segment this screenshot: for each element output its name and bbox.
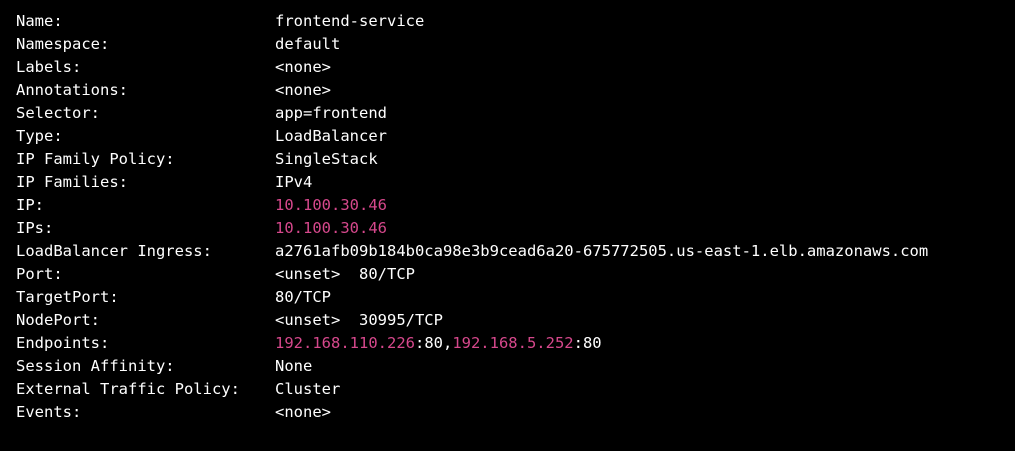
row-labels: Labels: <none> [0,56,1015,79]
row-node-port: NodePort: <unset> 30995/TCP [0,309,1015,332]
label-ips: IPs: [16,219,54,237]
endpoint-ip: 192.168.110.226 [275,334,415,352]
label-name: Name: [16,12,63,30]
row-port: Port: <unset> 80/TCP [0,263,1015,286]
row-type: Type: LoadBalancer [0,125,1015,148]
row-ip: IP: 10.100.30.46 [0,194,1015,217]
row-selector: Selector: app=frontend [0,102,1015,125]
label-session-affinity: Session Affinity: [16,357,175,375]
value-node-port: <unset> 30995/TCP [275,311,443,329]
endpoint-port: :80 [573,334,602,352]
value-ip-families: IPv4 [275,173,313,191]
label-ip-family-policy: IP Family Policy: [16,150,175,168]
value-ips: 10.100.30.46 [275,219,387,237]
value-selector: app=frontend [275,104,387,122]
label-external-traffic-policy: External Traffic Policy: [16,380,240,398]
label-loadbalancer-ingress: LoadBalancer Ingress: [16,242,212,260]
row-ip-family-policy: IP Family Policy: SingleStack [0,148,1015,171]
value-target-port: 80/TCP [275,288,331,306]
endpoint-port: :80, [414,334,453,352]
value-annotations: <none> [275,81,331,99]
row-session-affinity: Session Affinity: None [0,355,1015,378]
value-labels: <none> [275,58,331,76]
label-events: Events: [16,403,82,421]
row-external-traffic-policy: External Traffic Policy: Cluster [0,378,1015,401]
label-selector: Selector: [16,104,100,122]
row-loadbalancer-ingress: LoadBalancer Ingress: a2761afb09b184b0ca… [0,240,1015,263]
value-type: LoadBalancer [275,127,387,145]
row-target-port: TargetPort: 80/TCP [0,286,1015,309]
value-events: <none> [275,403,331,421]
label-labels: Labels: [16,58,82,76]
label-ip-families: IP Families: [16,173,128,191]
label-ip: IP: [16,196,44,214]
value-port: <unset> 80/TCP [275,265,415,283]
row-events: Events: <none> [0,401,1015,424]
label-annotations: Annotations: [16,81,128,99]
value-ip-family-policy: SingleStack [275,150,378,168]
value-session-affinity: None [275,357,313,375]
label-target-port: TargetPort: [16,288,119,306]
value-external-traffic-policy: Cluster [275,380,341,398]
row-ip-families: IP Families: IPv4 [0,171,1015,194]
label-port: Port: [16,265,63,283]
label-endpoints: Endpoints: [16,334,110,352]
value-ip: 10.100.30.46 [275,196,387,214]
endpoint-ip: 192.168.5.252 [452,334,574,352]
value-loadbalancer-ingress: a2761afb09b184b0ca98e3b9cead6a20-6757725… [275,242,929,260]
value-endpoints: 192.168.110.226:80,192.168.5.252:80 [275,332,602,355]
label-type: Type: [16,127,63,145]
label-namespace: Namespace: [16,35,110,53]
label-node-port: NodePort: [16,311,100,329]
row-namespace: Namespace: default [0,33,1015,56]
terminal-window[interactable]: Name: frontend-service Namespace: defaul… [0,0,1015,451]
value-name: frontend-service [275,12,425,30]
value-namespace: default [275,35,341,53]
row-endpoints: Endpoints: 192.168.110.226:80,192.168.5.… [0,332,1015,355]
row-name: Name: frontend-service [0,10,1015,33]
row-annotations: Annotations: <none> [0,79,1015,102]
row-ips: IPs: 10.100.30.46 [0,217,1015,240]
